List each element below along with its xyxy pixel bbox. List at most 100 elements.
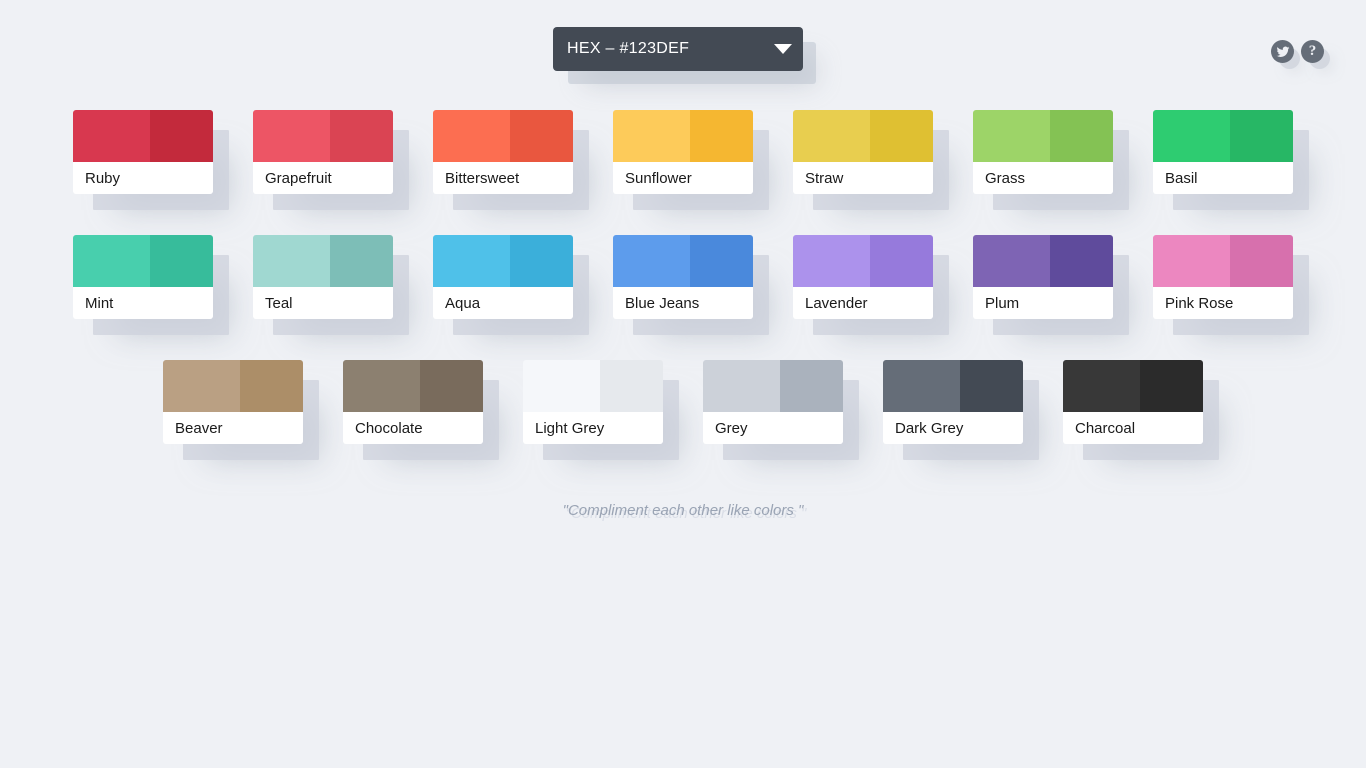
color-card[interactable]: Dark Grey (883, 360, 1023, 444)
swatch-light-tone[interactable] (793, 110, 870, 162)
swatch-dark-tone[interactable] (420, 360, 483, 412)
swatch-dark-tone[interactable] (150, 110, 213, 162)
color-swatch[interactable] (973, 235, 1113, 287)
color-name-label: Charcoal (1063, 412, 1203, 444)
color-name-label: Mint (73, 287, 213, 319)
swatch-light-tone[interactable] (253, 235, 330, 287)
swatch-dark-tone[interactable] (870, 235, 933, 287)
color-name-label: Blue Jeans (613, 287, 753, 319)
color-card[interactable]: Plum (973, 235, 1113, 319)
color-swatch[interactable] (73, 110, 213, 162)
swatch-dark-tone[interactable] (870, 110, 933, 162)
color-swatch[interactable] (613, 110, 753, 162)
color-name-label: Light Grey (523, 412, 663, 444)
color-swatch[interactable] (703, 360, 843, 412)
swatch-light-tone[interactable] (253, 110, 330, 162)
color-name-label: Straw (793, 162, 933, 194)
color-card[interactable]: Blue Jeans (613, 235, 753, 319)
swatch-dark-tone[interactable] (780, 360, 843, 412)
color-card[interactable]: Lavender (793, 235, 933, 319)
color-card[interactable]: Sunflower (613, 110, 753, 194)
chevron-down-icon[interactable] (763, 27, 803, 71)
swatch-light-tone[interactable] (973, 110, 1050, 162)
swatch-dark-tone[interactable] (600, 360, 663, 412)
swatch-dark-tone[interactable] (330, 235, 393, 287)
color-swatch[interactable] (163, 360, 303, 412)
color-card[interactable]: Basil (1153, 110, 1293, 194)
color-card[interactable]: Mint (73, 235, 213, 319)
color-name-label: Chocolate (343, 412, 483, 444)
swatch-light-tone[interactable] (613, 110, 690, 162)
color-card[interactable]: Teal (253, 235, 393, 319)
swatch-dark-tone[interactable] (510, 110, 573, 162)
card-body: Light Grey (523, 360, 663, 444)
color-swatch[interactable] (253, 110, 393, 162)
color-swatch[interactable] (1063, 360, 1203, 412)
color-swatch[interactable] (73, 235, 213, 287)
swatch-dark-tone[interactable] (1050, 110, 1113, 162)
color-card[interactable]: Grey (703, 360, 843, 444)
color-swatch[interactable] (793, 110, 933, 162)
twitter-icon[interactable] (1271, 40, 1294, 63)
swatch-light-tone[interactable] (433, 110, 510, 162)
color-card[interactable]: Chocolate (343, 360, 483, 444)
swatch-light-tone[interactable] (523, 360, 600, 412)
swatch-dark-tone[interactable] (510, 235, 573, 287)
help-icon-label: ? (1308, 43, 1317, 59)
color-swatch[interactable] (433, 235, 573, 287)
swatch-dark-tone[interactable] (240, 360, 303, 412)
swatch-dark-tone[interactable] (150, 235, 213, 287)
swatch-light-tone[interactable] (163, 360, 240, 412)
swatch-light-tone[interactable] (973, 235, 1050, 287)
color-name-label: Beaver (163, 412, 303, 444)
color-card[interactable]: Pink Rose (1153, 235, 1293, 319)
swatch-dark-tone[interactable] (960, 360, 1023, 412)
card-body: Straw (793, 110, 933, 194)
swatch-light-tone[interactable] (703, 360, 780, 412)
color-swatch[interactable] (793, 235, 933, 287)
color-card[interactable]: Grapefruit (253, 110, 393, 194)
color-card[interactable]: Grass (973, 110, 1113, 194)
swatch-dark-tone[interactable] (1230, 235, 1293, 287)
swatch-light-tone[interactable] (343, 360, 420, 412)
swatch-light-tone[interactable] (433, 235, 510, 287)
color-card[interactable]: Aqua (433, 235, 573, 319)
help-icon[interactable]: ? (1301, 40, 1324, 63)
color-swatch[interactable] (613, 235, 753, 287)
swatch-light-tone[interactable] (883, 360, 960, 412)
swatch-light-tone[interactable] (73, 110, 150, 162)
swatch-dark-tone[interactable] (1140, 360, 1203, 412)
swatch-light-tone[interactable] (793, 235, 870, 287)
swatch-dark-tone[interactable] (1050, 235, 1113, 287)
color-card[interactable]: Beaver (163, 360, 303, 444)
color-swatch[interactable] (883, 360, 1023, 412)
swatch-dark-tone[interactable] (690, 235, 753, 287)
color-card[interactable]: Charcoal (1063, 360, 1203, 444)
color-card[interactable]: Bittersweet (433, 110, 573, 194)
color-format-value: HEX – #123DEF (567, 40, 690, 57)
color-name-label: Basil (1153, 162, 1293, 194)
color-swatch[interactable] (973, 110, 1113, 162)
color-swatch[interactable] (253, 235, 393, 287)
color-name-label: Pink Rose (1153, 287, 1293, 319)
swatch-light-tone[interactable] (1153, 110, 1230, 162)
color-swatch[interactable] (1153, 110, 1293, 162)
card-body: Beaver (163, 360, 303, 444)
color-card[interactable]: Ruby (73, 110, 213, 194)
color-swatch[interactable] (523, 360, 663, 412)
swatch-dark-tone[interactable] (1230, 110, 1293, 162)
color-card[interactable]: Light Grey (523, 360, 663, 444)
swatch-dark-tone[interactable] (690, 110, 753, 162)
swatch-light-tone[interactable] (1063, 360, 1140, 412)
color-name-label: Teal (253, 287, 393, 319)
color-card[interactable]: Straw (793, 110, 933, 194)
color-swatch[interactable] (433, 110, 573, 162)
color-format-select[interactable]: HEX – #123DEF (553, 27, 803, 71)
swatch-light-tone[interactable] (613, 235, 690, 287)
swatch-light-tone[interactable] (1153, 235, 1230, 287)
palette-row-3: Beaver Chocolate Light Grey Grey Dark Grey Ch… (0, 360, 1366, 485)
color-swatch[interactable] (1153, 235, 1293, 287)
color-swatch[interactable] (343, 360, 483, 412)
swatch-dark-tone[interactable] (330, 110, 393, 162)
swatch-light-tone[interactable] (73, 235, 150, 287)
